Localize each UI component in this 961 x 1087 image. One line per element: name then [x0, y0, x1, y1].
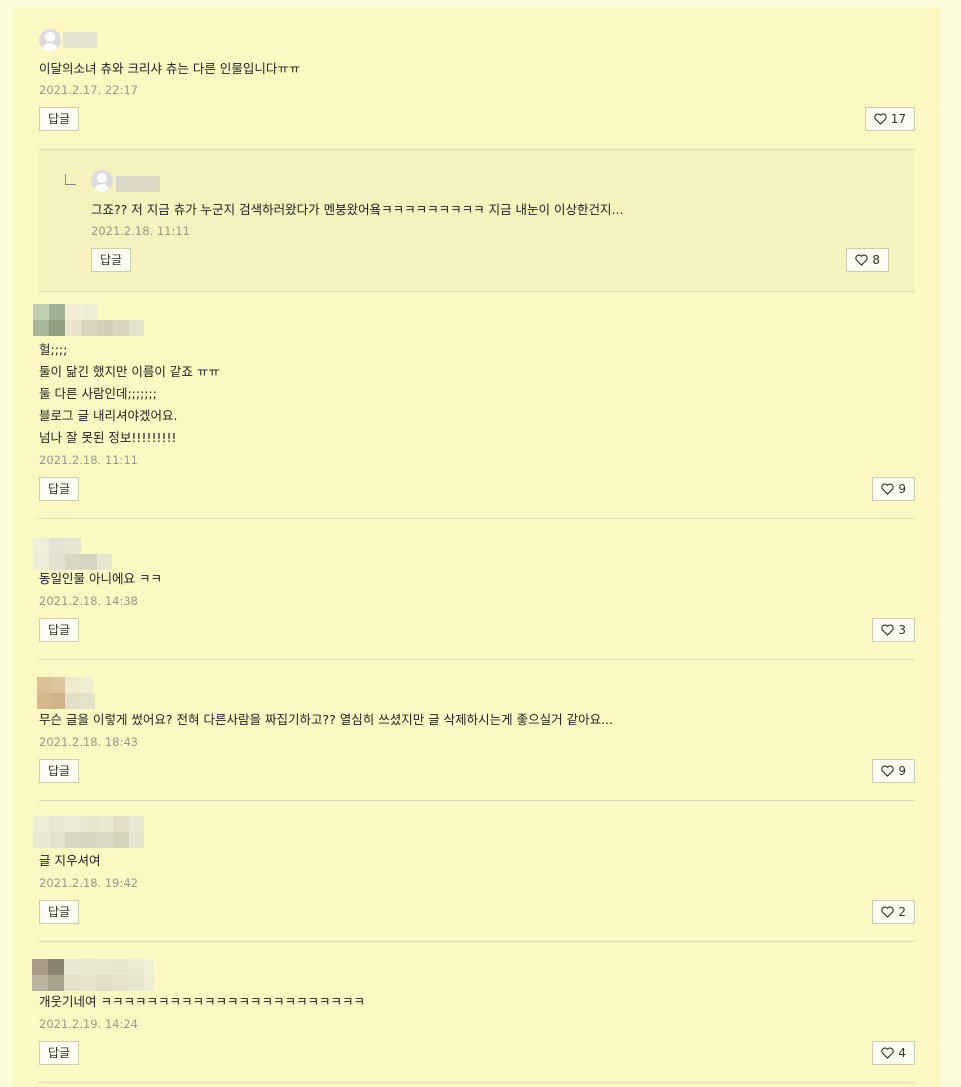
comment-date: 2021.2.18. 14:38	[39, 594, 138, 608]
like-count: 17	[890, 112, 906, 126]
reply-text: 그죠?? 저 지금 츄가 누군지 검색하러왔다가 멘붕왔어욬ㅋㅋㅋㅋㅋㅋㅋㅋㅋ …	[91, 202, 624, 217]
avatar[interactable]	[39, 29, 61, 51]
comment-date: 2021.2.18. 19:42	[39, 876, 138, 890]
comment-date: 2021.2.18. 18:43	[39, 735, 138, 749]
heart-outline-icon	[881, 624, 895, 636]
reply-button[interactable]: 답글	[39, 1041, 79, 1065]
reply-arrow-icon	[65, 174, 76, 185]
divider	[39, 941, 915, 942]
like-count: 3	[898, 623, 906, 637]
like-button[interactable]: 8	[846, 248, 889, 272]
avatar-blurred[interactable]	[37, 677, 95, 709]
divider	[39, 659, 915, 660]
like-button[interactable]: 9	[872, 759, 915, 783]
comment-text: 무슨 글을 이렇게 썼어요? 전혀 다른사람을 짜집기하고?? 열심히 쓰셨지만…	[39, 712, 614, 727]
reply-button[interactable]: 답글	[39, 107, 79, 131]
divider	[39, 800, 915, 801]
like-count: 9	[898, 482, 906, 496]
like-button[interactable]: 4	[872, 1041, 915, 1065]
comment-text: 개웃기네여 ㅋㅋㅋㅋㅋㅋㅋㅋㅋㅋㅋㅋㅋㅋㅋㅋㅋㅋㅋㅋㅋㅋㅋ	[39, 994, 365, 1009]
like-button[interactable]: 3	[872, 618, 915, 642]
heart-outline-icon	[881, 483, 895, 495]
heart-outline-icon	[881, 765, 895, 777]
like-count: 8	[872, 253, 880, 267]
divider	[39, 518, 915, 519]
username-blurred[interactable]	[63, 32, 97, 48]
avatar-blurred[interactable]	[33, 304, 144, 336]
heart-outline-icon	[881, 1047, 895, 1059]
comment-date: 2021.2.17. 22:17	[39, 83, 138, 97]
reply-button[interactable]: 답글	[39, 618, 79, 642]
heart-outline-icon	[881, 906, 895, 918]
avatar-blurred[interactable]	[33, 816, 144, 848]
reply-date: 2021.2.18. 11:11	[91, 224, 190, 238]
like-button[interactable]: 17	[864, 107, 915, 131]
avatar-blurred[interactable]	[32, 959, 154, 991]
reply-button[interactable]: 답글	[39, 477, 79, 501]
reply-button[interactable]: 답글	[39, 759, 79, 783]
divider	[39, 1082, 915, 1083]
heart-outline-icon	[855, 254, 869, 266]
heart-outline-icon	[874, 113, 887, 125]
like-count: 4	[898, 1046, 906, 1060]
username-blurred[interactable]	[116, 176, 160, 192]
avatar-blurred[interactable]	[33, 538, 112, 570]
like-count: 9	[898, 764, 906, 778]
reply-button[interactable]: 답글	[91, 248, 131, 272]
like-button[interactable]: 2	[872, 900, 915, 924]
reply-button[interactable]: 답글	[39, 900, 79, 924]
comment-text: 글 지우셔여	[39, 853, 101, 868]
like-count: 2	[898, 905, 906, 919]
avatar[interactable]	[91, 170, 113, 192]
comment-text: 이달의소녀 츄와 크리샤 츄는 다른 인물입니다ㅠㅠ	[39, 61, 301, 76]
like-button[interactable]: 9	[872, 477, 915, 501]
comment-text: 헐;;;; 둘이 닮긴 했지만 이름이 같죠 ㅠㅠ 둘 다른 사람인데;;;;;…	[39, 342, 220, 445]
comment-text: 동일인물 아니에요 ㅋㅋ	[39, 571, 162, 586]
comment-date: 2021.2.19. 14:24	[39, 1017, 138, 1031]
comment-date: 2021.2.18. 11:11	[39, 453, 138, 467]
